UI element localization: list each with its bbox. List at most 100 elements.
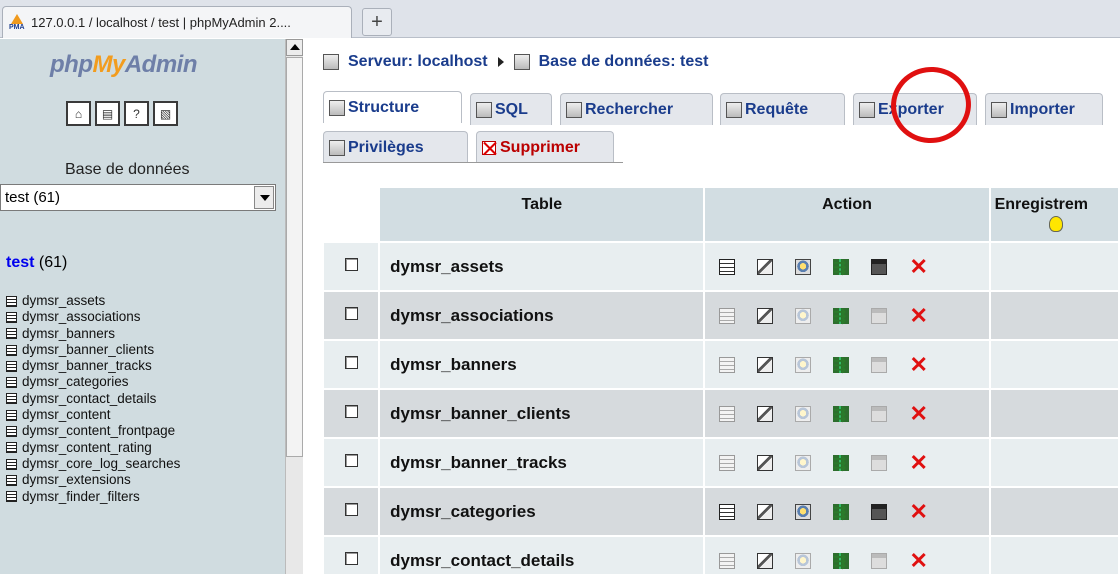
records-column-header[interactable]: Enregistrem [988,186,1120,243]
action-column-header: Action [703,186,991,243]
records-cell [989,242,1120,292]
row-checkbox[interactable] [344,257,358,271]
table-list-item[interactable]: dymsr_extensions [6,472,180,488]
select-column-header [322,186,381,243]
tab-sql[interactable]: SQL [470,93,552,125]
drop-icon[interactable]: ✕ [909,402,927,424]
drop-icon[interactable]: ✕ [909,255,927,277]
structure-icon[interactable] [757,307,774,324]
structure-icon[interactable] [757,405,774,422]
row-checkbox[interactable] [344,404,358,418]
row-checkbox[interactable] [344,453,358,467]
records-cell [989,340,1120,390]
drop-icon[interactable]: ✕ [909,451,927,473]
structure-icon[interactable] [757,552,774,569]
insert-icon[interactable] [833,552,850,569]
table-list-item[interactable]: dymsr_banner_tracks [6,358,180,374]
scrollbar-thumb[interactable] [286,57,303,457]
browse-icon[interactable] [719,503,736,520]
drop-icon[interactable]: ✕ [909,304,927,326]
empty-icon[interactable] [871,258,888,275]
tab-import[interactable]: Importer [985,93,1103,125]
table-list-item[interactable]: dymsr_content_frontpage [6,423,180,439]
row-checkbox[interactable] [344,502,358,516]
insert-icon[interactable] [833,503,850,520]
tab-structure[interactable]: Structure [323,91,462,123]
row-checkbox[interactable] [344,355,358,369]
table-list-item[interactable]: dymsr_banner_clients [6,342,180,358]
table-row: dymsr_banner_clients ✕ [324,389,1120,439]
table-name: dymsr_associations [379,291,706,341]
chevron-down-icon[interactable] [254,186,274,209]
insert-icon[interactable] [833,307,850,324]
table-row: dymsr_categories ✕ [324,487,1120,537]
empty-icon[interactable] [871,503,888,520]
structure-icon[interactable] [757,356,774,373]
structure-icon[interactable] [757,454,774,471]
delete-icon [482,140,496,155]
insert-icon[interactable] [833,258,850,275]
table-name: dymsr_categories [379,487,706,537]
breadcrumb-server[interactable]: Serveur: localhost [348,53,488,71]
row-checkbox[interactable] [344,306,358,320]
records-cell [989,536,1120,574]
browse-icon [719,356,736,373]
browser-tab[interactable]: PMA 127.0.0.1 / localhost / test | phpMy… [2,6,352,38]
table-list-item[interactable]: dymsr_finder_filters [6,489,180,505]
table-list-item[interactable]: dymsr_content [6,407,180,423]
phpmyadmin-logo[interactable]: phpMyAdmin [50,51,198,79]
tab-drop[interactable]: Supprimer [476,131,614,163]
tab-query[interactable]: Requête [720,93,845,125]
table-icon [6,360,17,372]
row-checkbox[interactable] [344,551,358,565]
logo-my-text: My [92,51,125,78]
database-link[interactable]: test [6,254,34,271]
sql-icon [476,101,492,118]
table-list-label: dymsr_contact_details [22,390,157,406]
tab-privileges[interactable]: Privilèges [323,131,468,163]
drop-icon[interactable]: ✕ [909,500,927,522]
search-icon [795,307,812,324]
privileges-icon [329,139,345,156]
breadcrumb-database[interactable]: Base de données: test [539,53,709,71]
table-row: dymsr_contact_details ✕ [324,536,1120,574]
table-column-header[interactable]: Table [378,186,706,243]
search-icon[interactable] [795,503,812,520]
empty-icon [871,405,888,422]
tab-drop-label: Supprimer [500,138,581,156]
table-list-item[interactable]: dymsr_contact_details [6,391,180,407]
database-table-count: (61) [38,254,68,271]
table-list-item[interactable]: dymsr_banners [6,326,180,342]
sql-query-icon[interactable]: ▤ [95,101,120,126]
new-tab-button[interactable]: + [362,8,392,36]
drop-icon[interactable]: ✕ [909,353,927,375]
tab-search[interactable]: Rechercher [560,93,713,125]
scroll-up-icon[interactable] [286,39,303,56]
table-list-item[interactable]: dymsr_categories [6,374,180,390]
table-list-item[interactable]: dymsr_core_log_searches [6,456,180,472]
table-icon [6,474,17,486]
insert-icon[interactable] [833,454,850,471]
insert-icon[interactable] [833,356,850,373]
documentation-icon[interactable]: ▧ [153,101,178,126]
hint-bulb-icon[interactable] [1049,216,1064,232]
tab-divider [323,162,623,163]
browse-icon[interactable] [719,258,736,275]
structure-icon[interactable] [757,503,774,520]
tables-grid: Table Action Enregistrem dymsr_assets ✕ [322,186,1120,574]
table-list-item[interactable]: dymsr_content_rating [6,440,180,456]
drop-icon[interactable]: ✕ [909,549,927,571]
table-icon [6,442,17,454]
help-icon[interactable]: ? [124,101,149,126]
table-list-item[interactable]: dymsr_associations [6,309,180,325]
insert-icon[interactable] [833,405,850,422]
structure-icon[interactable] [757,258,774,275]
search-icon[interactable] [795,258,812,275]
navigation-scrollbar[interactable] [285,39,303,574]
home-icon[interactable]: ⌂ [66,101,91,126]
database-select[interactable]: test (61) [0,184,276,211]
table-name: dymsr_banner_tracks [379,438,706,488]
table-list-label: dymsr_content_rating [22,439,152,455]
empty-icon [871,552,888,569]
table-list-item[interactable]: dymsr_assets [6,293,180,309]
